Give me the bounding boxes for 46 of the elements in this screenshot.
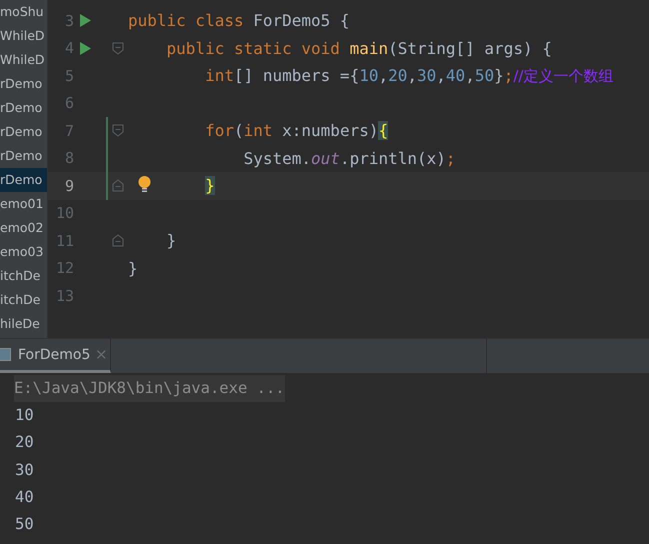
output-line: 50 xyxy=(15,514,35,536)
line-number: 13 xyxy=(54,286,74,305)
run-icon[interactable] xyxy=(80,14,90,28)
output-line: 10 xyxy=(15,405,35,426)
code-line: } xyxy=(128,258,138,278)
unfold-icon[interactable] xyxy=(112,234,124,248)
unfold-icon[interactable] xyxy=(112,179,124,192)
fold-icon[interactable] xyxy=(112,124,124,138)
line-number: 4 xyxy=(64,39,74,58)
file-item[interactable]: emo02 xyxy=(0,216,47,240)
code-line: for(int x:numbers){ xyxy=(204,121,388,140)
file-item[interactable]: rDemo xyxy=(0,168,47,192)
file-item[interactable]: moShu xyxy=(0,0,47,24)
file-item[interactable]: itchDe xyxy=(0,288,47,312)
code-line: System.out.println(x); xyxy=(242,148,456,168)
line-number: 7 xyxy=(64,122,74,140)
output-line: 20 xyxy=(15,432,35,454)
line-number: 5 xyxy=(64,66,74,85)
code-line: public static void main(String[] args) { xyxy=(166,38,552,58)
run-icon[interactable] xyxy=(80,42,90,55)
code-line: int[] numbers ={10,20,30,40,50};//定义一个数组 xyxy=(204,66,614,85)
file-item[interactable]: rDemo xyxy=(0,72,47,96)
file-item[interactable]: itchDe xyxy=(0,264,47,288)
line-number: 8 xyxy=(64,149,74,168)
line-number: 10 xyxy=(54,204,74,222)
line-number: 11 xyxy=(54,232,74,250)
file-item[interactable]: rDemo xyxy=(0,120,47,144)
file-item[interactable]: rDemo xyxy=(0,144,47,168)
file-item[interactable]: WhileD xyxy=(0,48,47,72)
fold-icon[interactable] xyxy=(112,42,124,55)
close-icon[interactable] xyxy=(97,350,106,359)
console-icon xyxy=(0,348,11,361)
file-item[interactable]: WhileD xyxy=(0,24,47,48)
file-item[interactable]: rDemo xyxy=(0,96,47,120)
file-item[interactable]: hileDe xyxy=(0,312,47,336)
lightbulb-icon[interactable] xyxy=(138,176,151,194)
output-line: 40 xyxy=(15,486,35,508)
file-item[interactable]: emo01 xyxy=(0,192,47,216)
code-line: public class ForDemo5 { xyxy=(128,11,350,30)
line-number: 6 xyxy=(64,94,74,112)
line-number: 9 xyxy=(64,176,74,195)
line-number: 12 xyxy=(54,259,74,278)
line-number: 3 xyxy=(64,12,74,30)
output-line: 30 xyxy=(15,460,35,481)
file-item[interactable]: emo03 xyxy=(0,240,47,264)
code-line: } xyxy=(166,231,176,250)
